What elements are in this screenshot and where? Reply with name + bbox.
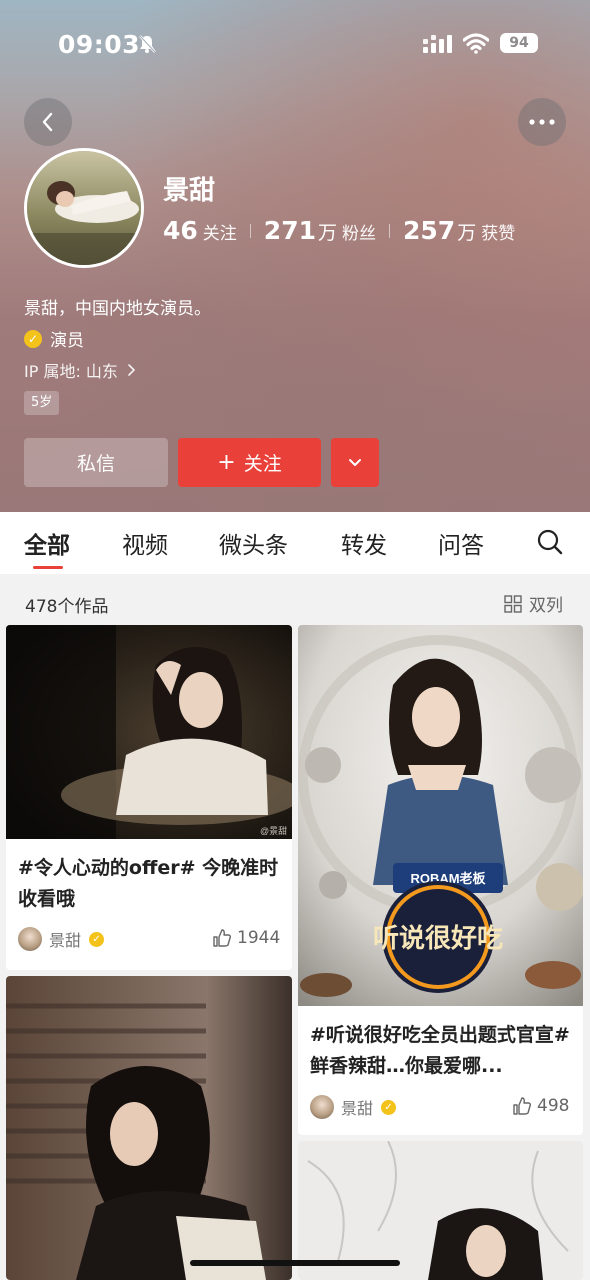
post-image [6, 976, 292, 1280]
image-watermark: @景甜 [260, 825, 287, 836]
stat-divider [389, 223, 390, 238]
feed-card[interactable]: ROBAM老板 听说很好吃 #听说很好吃全员出题式官宣# 鲜香辣甜…你最爱哪..… [298, 625, 583, 1135]
follow-dropdown-button[interactable] [331, 438, 379, 487]
wifi-icon [462, 32, 490, 58]
author-name: 景甜 [341, 1099, 374, 1118]
tab-video[interactable]: 视频 [122, 526, 168, 560]
tab-all[interactable]: 全部 [24, 526, 70, 560]
works-summary-row: 478个作品 双列 [0, 574, 590, 626]
layout-toggle[interactable]: 双列 [504, 591, 563, 616]
message-button[interactable]: 私信 [24, 438, 168, 487]
status-bar: 09:03 94 [0, 28, 590, 62]
grid-icon [504, 594, 522, 613]
following-count[interactable]: 46 [163, 216, 198, 245]
profile-avatar[interactable] [24, 148, 144, 268]
battery-indicator: 94 [500, 33, 538, 53]
chevron-down-icon [349, 458, 361, 466]
role-label: 演员 [50, 331, 84, 351]
verified-badge-icon: ✓ [24, 329, 42, 348]
verified-role: ✓ 演员 [24, 326, 84, 351]
followers-unit: 万 [317, 222, 337, 244]
profile-stats: 46 关注 271 万 粉丝 257 万 获赞 [163, 216, 515, 245]
tab-reposts[interactable]: 转发 [341, 526, 387, 560]
ellipsis-icon [529, 119, 555, 125]
profile-bio: 景甜，中国内地女演员。 [24, 299, 211, 319]
more-options-button[interactable] [518, 98, 566, 146]
followers-label[interactable]: 粉丝 [342, 219, 376, 244]
back-button[interactable] [24, 98, 72, 146]
message-button-label: 私信 [76, 453, 115, 475]
follow-button-label: 关注 [243, 453, 282, 475]
author-name: 景甜 [49, 931, 82, 950]
following-label[interactable]: 关注 [203, 219, 237, 244]
chevron-left-icon [42, 112, 53, 132]
author-avatar [310, 1095, 334, 1119]
ip-location[interactable]: IP 属地: 山东 [24, 358, 140, 382]
thumbs-up-icon [213, 929, 232, 947]
tab-micro-posts[interactable]: 微头条 [219, 526, 288, 560]
thumbs-up-icon [513, 1097, 532, 1115]
likes-count: 257 [403, 216, 456, 245]
status-time: 09:03 [58, 30, 141, 59]
plus-icon: + [217, 450, 236, 475]
bell-muted-icon [137, 34, 157, 58]
feed-card[interactable]: @景甜 #令人心动的offer# 今晚准时收看哦 景甜 ✓ 1944 [6, 625, 292, 970]
like-count-value: 1944 [237, 928, 281, 948]
cellular-signal-icon [423, 35, 453, 57]
post-title[interactable]: #听说很好吃全员出题式官宣# 鲜香辣甜…你最爱哪... [310, 1020, 572, 1082]
poster-show-title: 听说很好吃 [373, 924, 503, 954]
profile-name: 景甜 [163, 176, 216, 206]
likes-label: 获赞 [481, 224, 516, 244]
ip-location-label: IP 属地: 山东 [24, 362, 118, 381]
post-image: @景甜 [6, 625, 292, 839]
tab-qa[interactable]: 问答 [438, 526, 484, 560]
like-count[interactable]: 498 [512, 1096, 569, 1116]
post-author[interactable]: 景甜 ✓ [310, 1095, 397, 1119]
account-age-tag: 5岁 [24, 391, 60, 415]
feed-card[interactable] [6, 976, 292, 1280]
stat-divider [249, 223, 251, 238]
layout-toggle-label: 双列 [529, 596, 563, 616]
follow-button[interactable]: + 关注 [178, 438, 321, 487]
works-count: 478个作品 [25, 597, 109, 617]
followers-count[interactable]: 271 [264, 216, 316, 245]
active-tab-indicator [33, 566, 63, 569]
like-count[interactable]: 1944 [212, 928, 280, 948]
post-image: ROBAM老板 听说很好吃 [298, 625, 583, 1006]
like-count-value: 498 [537, 1096, 570, 1116]
chevron-right-icon [128, 364, 136, 376]
home-indicator[interactable] [190, 1260, 400, 1266]
content-tabs: 全部 视频 微头条 转发 问答 [0, 512, 590, 574]
post-author[interactable]: 景甜 ✓ [18, 927, 105, 951]
verified-badge-icon: ✓ [89, 931, 105, 947]
search-icon[interactable] [536, 528, 564, 560]
verified-badge-icon: ✓ [381, 1099, 397, 1115]
profile-header: 09:03 94 景甜 46 关注 271 万 粉丝 257 万 获赞 景甜，中… [0, 0, 590, 512]
likes-unit: 万 [457, 222, 477, 244]
post-title[interactable]: #令人心动的offer# 今晚准时收看哦 [18, 853, 280, 915]
author-avatar [18, 927, 42, 951]
